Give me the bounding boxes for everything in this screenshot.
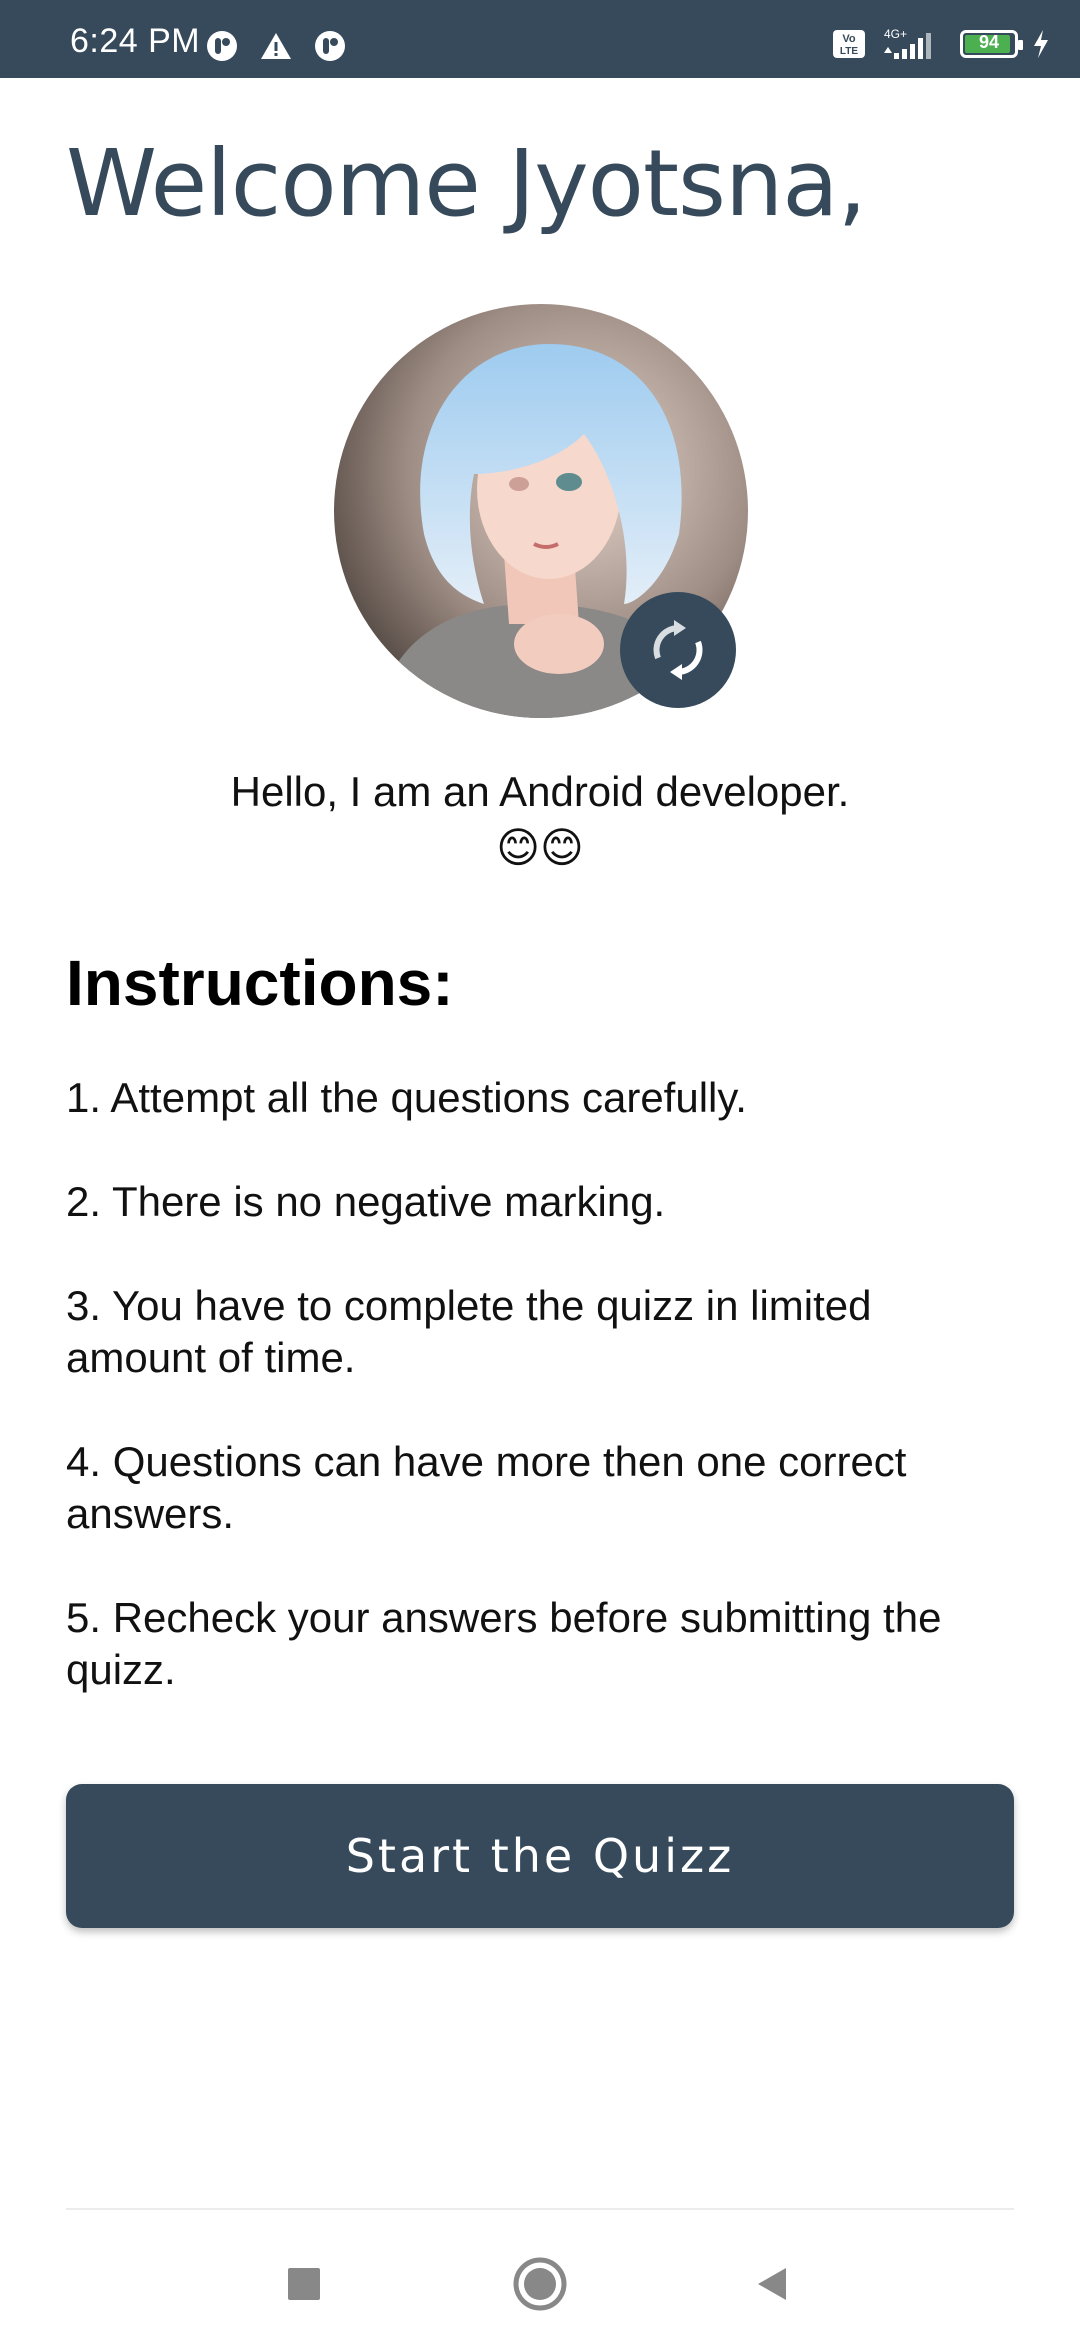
back-triangle-icon xyxy=(758,2268,786,2300)
battery-percent: 94 xyxy=(978,32,1000,52)
battery-cap xyxy=(1018,40,1023,50)
bio-text: Hello, I am an Android developer. 😊😊 xyxy=(0,764,1080,876)
instruction-item: 4. Questions can have more then one corr… xyxy=(66,1438,907,1537)
system-nav-bar xyxy=(0,2210,1080,2340)
instructions-title: Instructions: xyxy=(66,947,454,1019)
volte-icon: Vo LTE xyxy=(833,30,865,58)
status-notification-icons xyxy=(206,30,346,62)
instruction-item: 3. You have to complete the quizz in lim… xyxy=(66,1282,872,1381)
avatar-container xyxy=(334,304,748,718)
network-type-label: 4G+ xyxy=(884,27,907,41)
back-button[interactable] xyxy=(742,2254,802,2314)
notification-icon xyxy=(207,31,237,61)
battery-icon: 94 xyxy=(960,30,1023,58)
refresh-icon xyxy=(653,620,703,680)
change-avatar-button[interactable] xyxy=(620,592,736,708)
bio-line: Hello, I am an Android developer. xyxy=(230,768,850,815)
home-circle-icon xyxy=(513,2257,567,2311)
instruction-item: 2. There is no negative marking. xyxy=(66,1178,666,1225)
start-quiz-button[interactable]: Start the Quizz xyxy=(66,1784,1014,1928)
instruction-item: 5. Recheck your answers before submittin… xyxy=(66,1594,942,1693)
signal-icon: 4G+ xyxy=(884,27,931,59)
instruction-item: 1. Attempt all the questions carefully. xyxy=(66,1074,747,1121)
status-bar: 6:24 PM Vo LTE 4G+ 94 xyxy=(0,0,1080,78)
welcome-title: Welcome Jyotsna, xyxy=(66,130,867,237)
bio-emoji: 😊😊 xyxy=(496,824,584,871)
svg-text:Vo: Vo xyxy=(842,33,856,45)
home-button[interactable] xyxy=(510,2254,570,2314)
svg-text:LTE: LTE xyxy=(840,46,858,57)
notification-icon xyxy=(315,31,345,61)
recents-square-icon xyxy=(288,2268,320,2300)
status-right-icons: Vo LTE 4G+ 94 xyxy=(832,27,1050,61)
recents-button[interactable] xyxy=(274,2254,334,2314)
instructions-list: 1. Attempt all the questions carefully. … xyxy=(66,1072,1016,1748)
warning-icon xyxy=(261,33,291,59)
status-time: 6:24 PM xyxy=(70,22,201,60)
charging-bolt-icon xyxy=(1034,30,1048,58)
